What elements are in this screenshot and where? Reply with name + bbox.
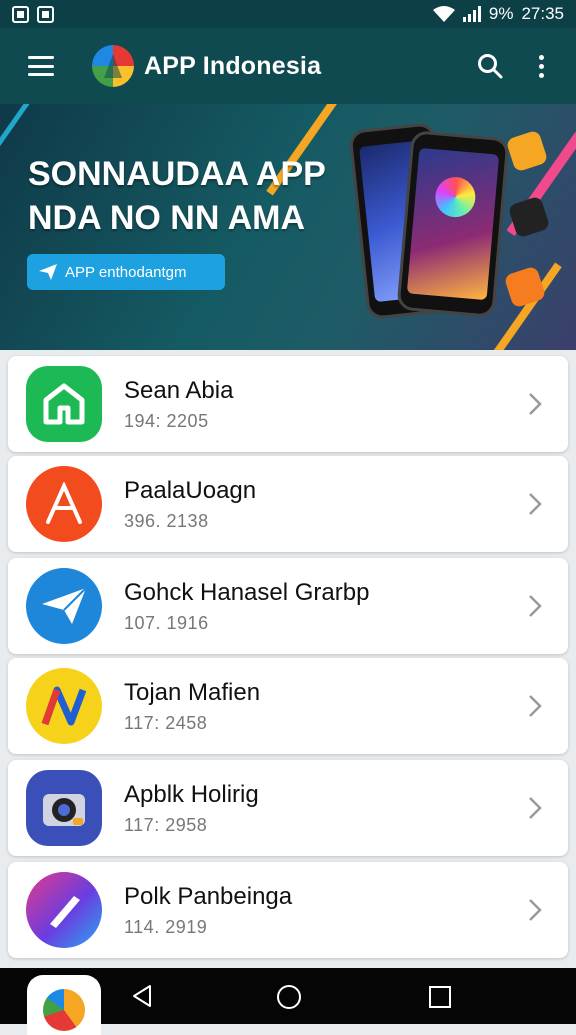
banner-headline: SONNAUDAA APP NDA NO NN AMA: [28, 152, 326, 240]
app-meta: 396. 2138: [124, 510, 209, 531]
app-name: Apblk Holirig: [124, 780, 259, 808]
status-bar: 9% 27:35: [0, 0, 576, 28]
banner-button-label: APP enthodantgm: [65, 263, 187, 281]
chevron-right-icon: [529, 797, 542, 819]
app-meta: 117: 2458: [124, 712, 208, 733]
list-item[interactable]: Gohck Hanasel Grarbp 107. 1916: [8, 558, 568, 654]
chevron-right-icon: [529, 493, 542, 515]
letter-a-icon: [26, 466, 102, 542]
notification-icon: [37, 5, 54, 23]
wifi-icon: [432, 6, 455, 22]
app-logo-icon: [92, 45, 134, 87]
banner-button[interactable]: APP enthodantgm: [27, 254, 225, 290]
list-item[interactable]: Polk Panbeinga 114. 2919: [8, 862, 568, 958]
list-item[interactable]: Sean Abia 194: 2205: [8, 356, 568, 452]
send-icon: [39, 264, 57, 280]
chevron-right-icon: [529, 899, 542, 921]
app-shortcut-icon: [43, 989, 85, 1031]
app-name: PaalaUoagn: [124, 476, 257, 504]
promo-banner[interactable]: SONNAUDAA APP NDA NO NN AMA APP enthodan…: [0, 104, 576, 350]
time-text: 27:35: [521, 4, 564, 23]
banner-headline-line1: SONNAUDAA APP: [28, 155, 326, 193]
home-icon[interactable]: [276, 984, 302, 1010]
banner-headline-line2: NDA NO NN AMA: [28, 199, 306, 237]
app-meta: 194: 2205: [124, 410, 209, 431]
app-name: Gohck Hanasel Grarbp: [124, 578, 370, 606]
more-options-icon[interactable]: [539, 54, 544, 78]
app-shortcut-thumbnail[interactable]: [27, 975, 101, 1035]
app-meta: 117: 2958: [124, 814, 208, 835]
app-tile-icon: [505, 129, 549, 173]
list-item[interactable]: Apblk Holirig 117: 2958: [8, 760, 568, 856]
phone-illustration: [396, 130, 510, 318]
battery-text: 9%: [488, 4, 514, 23]
app-meta: 114. 2919: [124, 916, 208, 937]
signal-icon: [462, 6, 481, 22]
recents-icon[interactable]: [428, 985, 452, 1009]
app-name: Sean Abia: [124, 376, 234, 404]
camera-icon: [26, 770, 102, 846]
app-list: Sean Abia 194: 2205 PaalaUoagn 396. 2138 G…: [0, 350, 576, 968]
app-meta: 107. 1916: [124, 612, 209, 633]
app-tile-icon: [503, 265, 547, 309]
back-icon[interactable]: [130, 984, 154, 1008]
search-icon[interactable]: [477, 53, 503, 79]
app-name: Tojan Mafien: [124, 678, 261, 706]
app-title: APP Indonesia: [144, 51, 322, 80]
notification-icon: [12, 5, 29, 23]
paper-plane-icon: [26, 568, 102, 644]
pen-icon: [26, 872, 102, 948]
chevron-right-icon: [529, 695, 542, 717]
app-name: Polk Panbeinga: [124, 882, 293, 910]
list-item[interactable]: Tojan Mafien 117: 2458: [8, 658, 568, 754]
menu-icon[interactable]: [28, 56, 54, 76]
chevron-right-icon: [529, 595, 542, 617]
house-icon: [26, 366, 102, 442]
chevron-right-icon: [529, 393, 542, 415]
app-bar: APP Indonesia: [0, 28, 576, 104]
list-item[interactable]: PaalaUoagn 396. 2138: [8, 456, 568, 552]
n-logo-icon: [26, 668, 102, 744]
